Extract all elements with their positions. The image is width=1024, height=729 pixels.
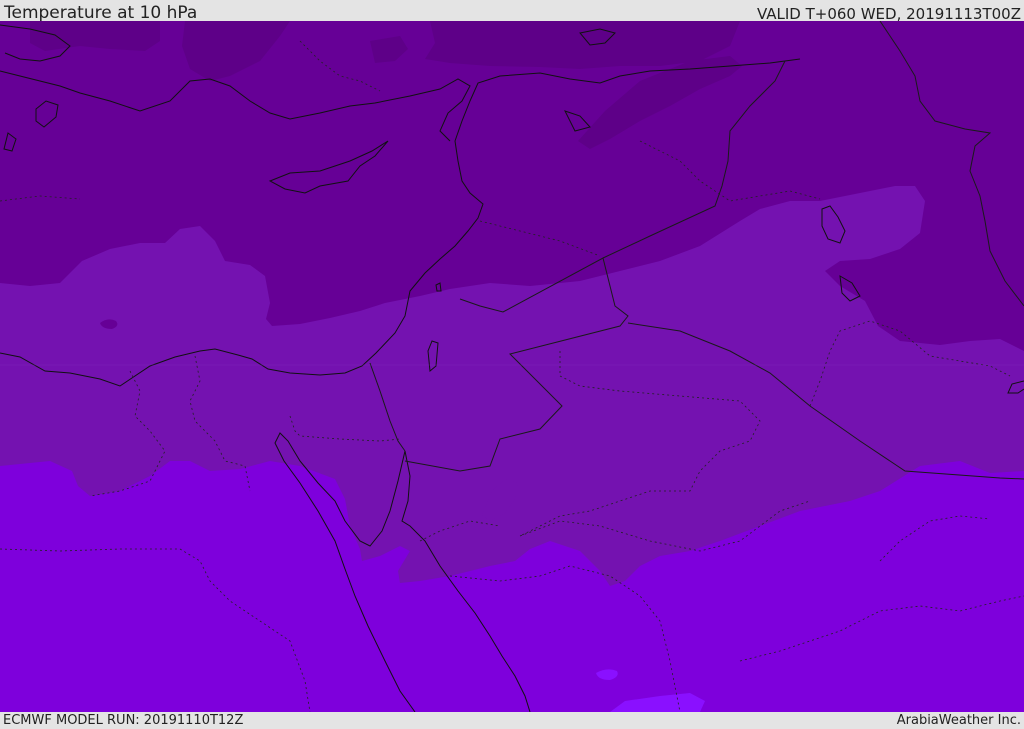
map-title: Temperature at 10 hPa — [4, 3, 198, 23]
weather-map — [0, 21, 1024, 712]
map-canvas — [0, 21, 1024, 712]
model-run-label: ECMWF MODEL RUN: 20191110T12Z — [3, 713, 244, 728]
map-footer: ECMWF MODEL RUN: 20191110T12Z ArabiaWeat… — [0, 712, 1024, 729]
map-header: Temperature at 10 hPa VALID T+060 WED, 2… — [0, 0, 1024, 23]
credit-label: ArabiaWeather Inc. — [896, 713, 1021, 728]
